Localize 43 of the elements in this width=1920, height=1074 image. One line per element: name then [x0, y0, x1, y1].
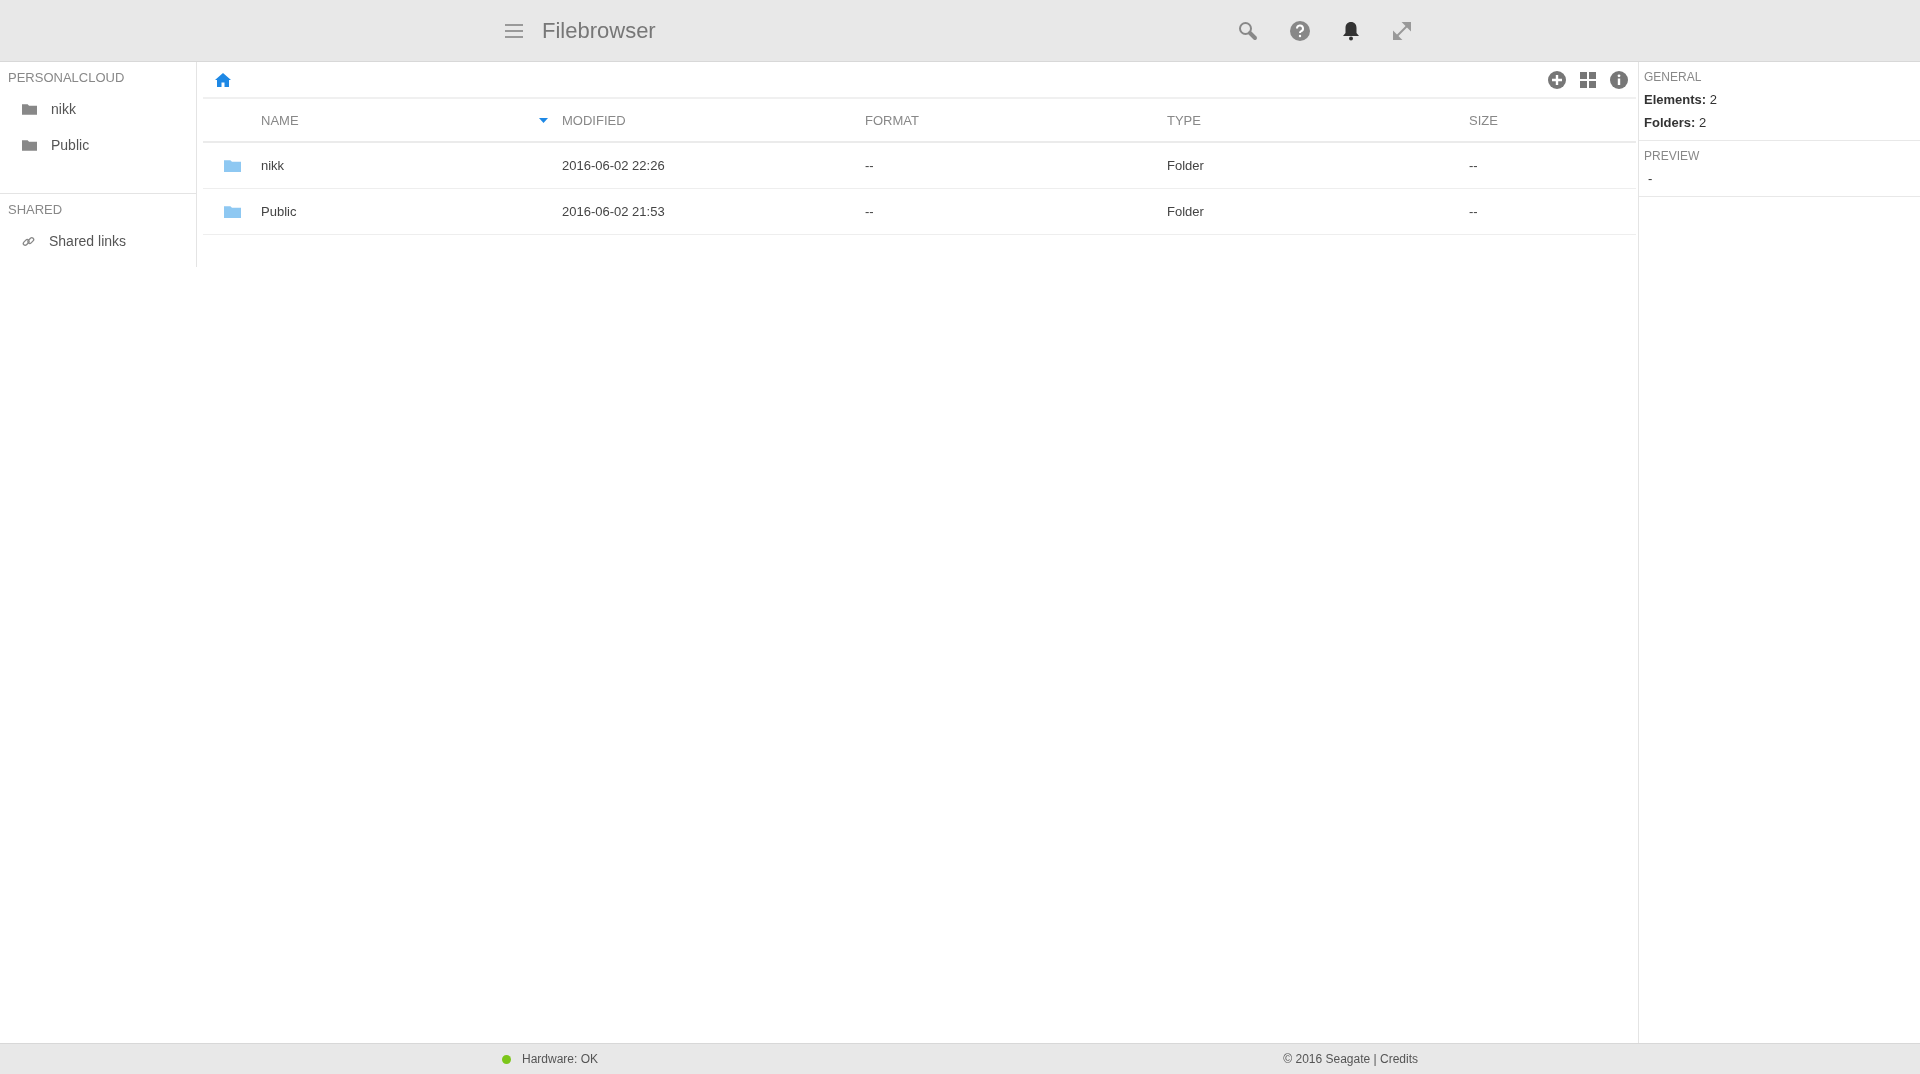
folder-icon [223, 205, 241, 218]
folder-icon [22, 139, 37, 151]
column-header[interactable]: MODIFIED [562, 112, 865, 128]
table-cell-text: Folder [1167, 204, 1205, 219]
table-cell-text: nikk [261, 158, 286, 173]
table-cell-text: 2016-06-02 22:26 [562, 158, 666, 173]
table-cell-text: -- [1469, 204, 1479, 219]
info-icon [1610, 70, 1628, 89]
folder-icon [223, 159, 241, 172]
table-cell-text: Public [261, 204, 298, 219]
section-title: GENERAL [1644, 70, 1703, 84]
copyright-text: © 2016 Seagate | Credits [1283, 1052, 1418, 1066]
expand-icon [1391, 20, 1412, 41]
table-cell-text: -- [865, 158, 875, 173]
status-text: Hardware: OK [522, 1052, 599, 1066]
table-cell-text: -- [1469, 158, 1479, 173]
section-title: PREVIEW [1644, 149, 1701, 163]
folder-icon [22, 103, 37, 115]
table-cell-text: 2016-06-02 21:53 [562, 204, 666, 219]
stat-text: Folders: 2 [1644, 115, 1708, 130]
sidebar-item[interactable]: Shared links [0, 223, 196, 259]
column-header[interactable]: TYPE [1167, 112, 1469, 128]
sidebar-item[interactable]: Public [0, 127, 196, 163]
search-icon [1237, 20, 1258, 41]
sort-icon [539, 117, 548, 123]
menu-icon [504, 22, 524, 39]
bell-icon [1341, 20, 1360, 41]
plus-icon [1548, 70, 1566, 89]
table-cell-text: -- [865, 204, 875, 219]
home-icon [215, 72, 231, 87]
preview-text: - [1647, 171, 1654, 186]
app-title: Filebrowser [542, 17, 656, 44]
link-icon [22, 234, 35, 248]
section-title: PERSONALCLOUD [7, 70, 126, 85]
column-header[interactable]: SIZE [1469, 112, 1636, 128]
stat-text: Elements: 2 [1644, 92, 1718, 107]
column-header[interactable]: NAME [261, 112, 562, 128]
grid-icon [1580, 71, 1596, 88]
sidebar-item[interactable]: nikk [0, 91, 196, 127]
help-icon [1289, 20, 1310, 41]
column-header[interactable]: FORMAT [865, 112, 1167, 128]
table-cell-text: Folder [1167, 158, 1205, 173]
section-title: SHARED [7, 202, 64, 217]
